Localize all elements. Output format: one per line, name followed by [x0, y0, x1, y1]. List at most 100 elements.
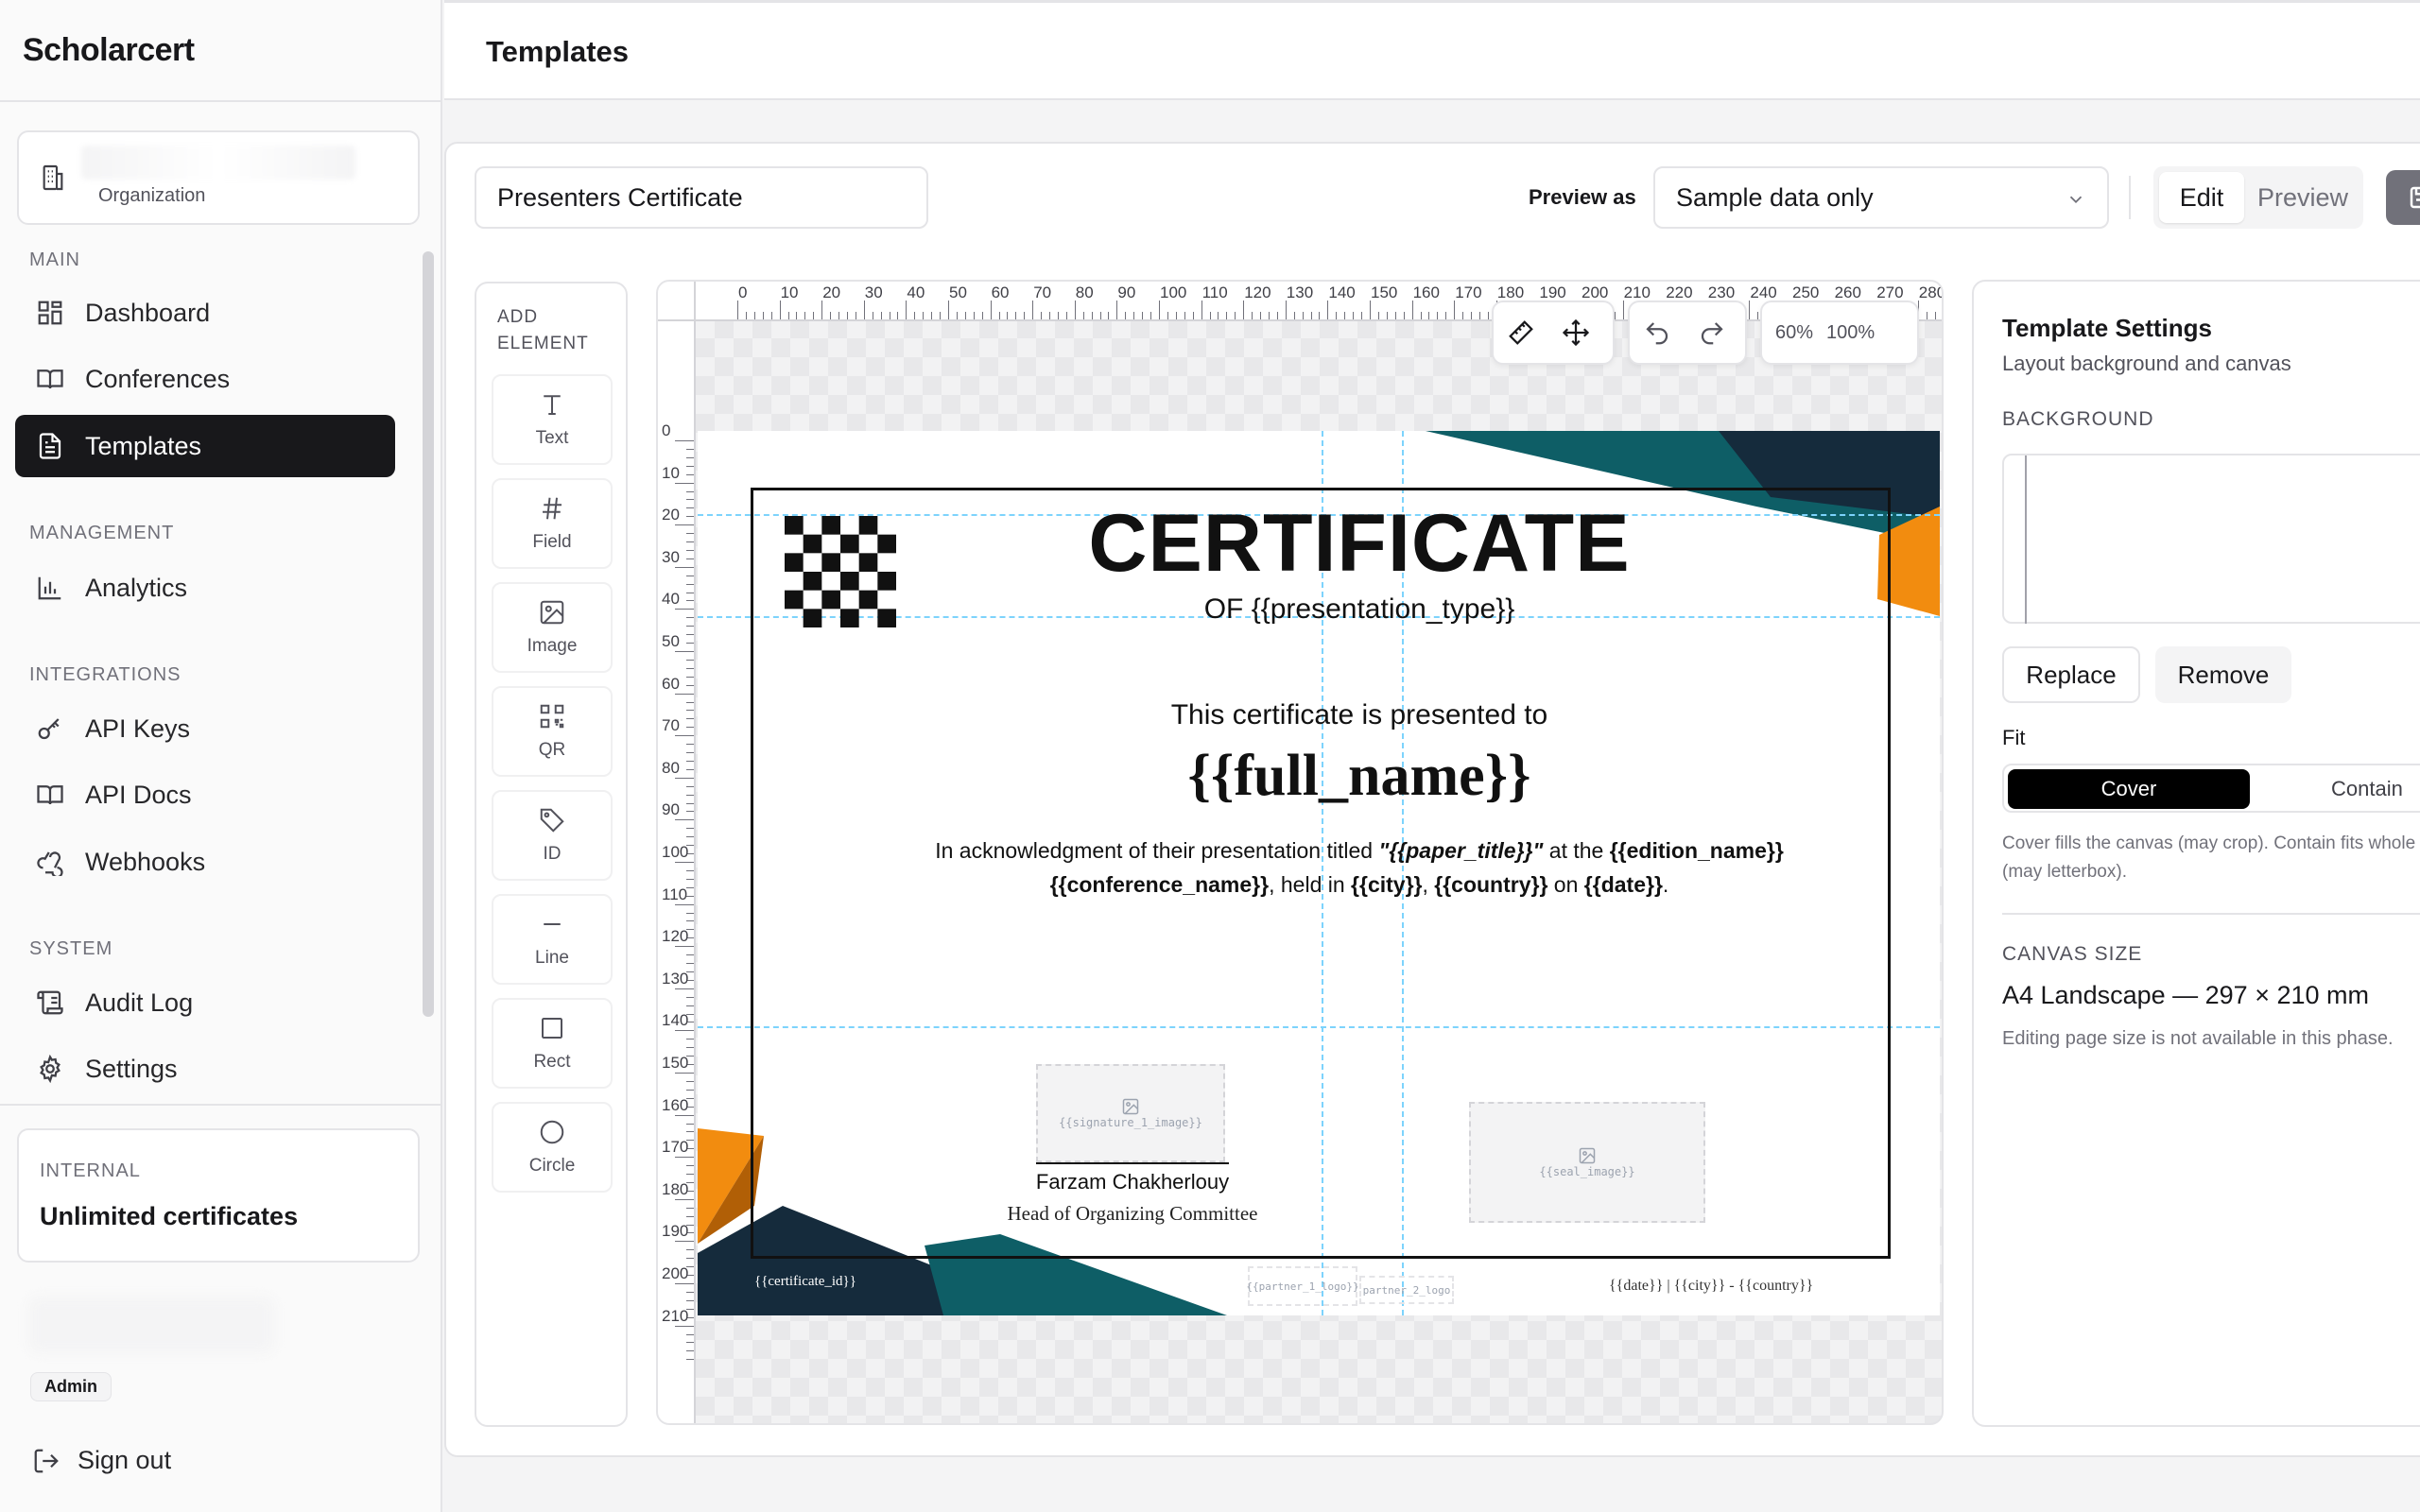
certificate-subtitle[interactable]: OF {{presentation_type}}	[991, 593, 1728, 626]
ruler-tick-label: 110	[662, 885, 688, 903]
ruler-tick	[821, 301, 823, 319]
background-preview[interactable]	[2002, 454, 2420, 624]
ruler-tick-label: 30	[864, 284, 883, 301]
sidebar-item-label: Settings	[85, 1054, 178, 1083]
ruler-tick	[1150, 312, 1152, 319]
ruler-tick	[1749, 301, 1751, 319]
ruler-icon[interactable]	[1507, 318, 1535, 347]
preview-as-select[interactable]: Sample data only	[1653, 166, 2109, 229]
checker-logo[interactable]	[785, 516, 896, 627]
ruler-tick	[838, 312, 840, 319]
acknowledgment-text[interactable]: In acknowledgment of their presentation …	[849, 833, 1870, 902]
tool-image[interactable]: Image	[492, 582, 613, 673]
sidebar-item-label: Conferences	[85, 364, 231, 393]
sidebar-item-settings[interactable]: Settings	[15, 1038, 395, 1100]
ruler-tick-label: 100	[1160, 284, 1187, 301]
signature-image-placeholder[interactable]: {{signature_1_image}}	[1036, 1064, 1225, 1162]
presented-to-text[interactable]: This certificate is presented to	[991, 699, 1728, 731]
tool-id[interactable]: ID	[492, 790, 613, 881]
section-management: MANAGEMENT	[29, 523, 175, 543]
sidebar-item-label: Webhooks	[85, 847, 206, 876]
ruler-tick	[686, 1207, 694, 1209]
tool-field[interactable]: Field	[492, 478, 613, 569]
sidebar-item-api-keys[interactable]: API Keys	[15, 697, 395, 760]
ruler-tick	[686, 1291, 694, 1293]
tool-rect[interactable]: Rect	[492, 998, 613, 1089]
save-button[interactable]	[2386, 170, 2420, 225]
ruler-tick	[686, 710, 694, 712]
ruler-tick-label: 20	[822, 284, 841, 301]
ruler-tick	[675, 524, 694, 526]
background-section-label: BACKGROUND	[2002, 408, 2154, 430]
ruler-tick	[686, 533, 694, 535]
image-icon	[1579, 1147, 1596, 1164]
ruler-tick	[686, 752, 694, 754]
webhook-icon	[37, 851, 63, 876]
sidebar-item-webhooks[interactable]: Webhooks	[15, 831, 395, 893]
sidebar-item-analytics[interactable]: Analytics	[15, 557, 395, 619]
tool-qr[interactable]: QR	[492, 686, 613, 777]
brand-logo[interactable]: Scholarcert	[23, 32, 195, 69]
footer-date-location[interactable]: {{date}} | {{city}} - {{country}}	[1609, 1278, 1813, 1295]
ruler-tick	[964, 312, 966, 319]
sidebar-scrollbar[interactable]	[423, 251, 434, 1017]
file-text-icon	[39, 433, 61, 459]
section-main: MAIN	[29, 249, 80, 270]
seal-image-placeholder[interactable]: {{seal_image}}	[1469, 1102, 1705, 1223]
certificate-id-field[interactable]: {{certificate_id}}	[754, 1274, 856, 1290]
certificate-page[interactable]: CERTIFICATE OF {{presentation_type}} Thi…	[698, 431, 1940, 1315]
ruler-tick	[1462, 312, 1464, 319]
tool-label: Text	[535, 428, 569, 448]
sidebar-item-audit-log[interactable]: Audit Log	[15, 971, 395, 1034]
ruler-tick	[1454, 301, 1456, 319]
tool-line[interactable]: Line	[492, 894, 613, 985]
sidebar-item-conferences[interactable]: Conferences	[15, 348, 395, 410]
fit-cover-option[interactable]: Cover	[2008, 769, 2250, 809]
tool-text[interactable]: Text	[492, 374, 613, 465]
section-integrations: INTEGRATIONS	[29, 664, 182, 685]
tab-edit[interactable]: Edit	[2159, 172, 2244, 223]
sidebar-item-api-docs[interactable]: API Docs	[15, 764, 395, 826]
template-name-input[interactable]: Presenters Certificate	[475, 166, 928, 229]
partner-1-logo-placeholder[interactable]: {{partner_1_logo}}	[1246, 1266, 1359, 1306]
ruler-tick	[863, 301, 865, 319]
ruler-tick	[686, 634, 694, 636]
ruler-tick	[686, 1080, 694, 1082]
organization-switcher[interactable]: Organization	[17, 130, 420, 225]
tool-circle[interactable]: Circle	[492, 1102, 613, 1193]
top-bar: Templates	[444, 0, 2420, 100]
background-preview-image	[2025, 455, 2027, 624]
signer-name[interactable]: Farzam Chakherlouy	[981, 1170, 1284, 1194]
ruler-tick-label: 280	[1918, 284, 1944, 301]
ruler-tick-label: 70	[1033, 284, 1052, 301]
add-element-toolbox: ADD ELEMENT Text Field Image QR ID Line …	[475, 282, 628, 1427]
remove-background-button[interactable]: Remove	[2155, 646, 2291, 703]
ruler-tick-label: 90	[1117, 284, 1136, 301]
signature-line[interactable]	[1036, 1162, 1229, 1164]
move-icon[interactable]	[1562, 318, 1590, 347]
ruler-tick	[675, 1157, 694, 1159]
ruler-tick	[1167, 312, 1168, 319]
ruler-tick	[686, 1299, 694, 1301]
certificate-title[interactable]: CERTIFICATE	[991, 497, 1728, 591]
ruler-tick	[796, 312, 798, 319]
zoom-100-button[interactable]: 100%	[1826, 322, 1875, 344]
partner-2-logo-placeholder[interactable]: partner_2_logo	[1359, 1276, 1454, 1304]
sign-out-button[interactable]: Sign out	[32, 1446, 171, 1475]
ruler-tick	[686, 836, 694, 838]
sidebar-item-templates[interactable]: Templates	[15, 415, 395, 477]
section-system: SYSTEM	[29, 938, 113, 959]
redo-icon[interactable]	[1698, 318, 1726, 347]
save-icon	[2410, 186, 2420, 209]
replace-background-button[interactable]: Replace	[2002, 646, 2140, 703]
fit-contain-option[interactable]: Contain	[2331, 777, 2403, 801]
recipient-name-field[interactable]: {{full_name}}	[943, 743, 1775, 810]
ruler-tick	[686, 600, 694, 602]
ruler-tick	[762, 312, 764, 319]
signer-role[interactable]: Head of Organizing Committee	[943, 1202, 1322, 1226]
zoom-60-button[interactable]: 60%	[1775, 322, 1813, 344]
sidebar-item-dashboard[interactable]: Dashboard	[15, 282, 395, 344]
undo-icon[interactable]	[1643, 318, 1671, 347]
ruler-tick-label: 190	[662, 1222, 689, 1241]
tab-preview[interactable]: Preview	[2248, 172, 2358, 223]
